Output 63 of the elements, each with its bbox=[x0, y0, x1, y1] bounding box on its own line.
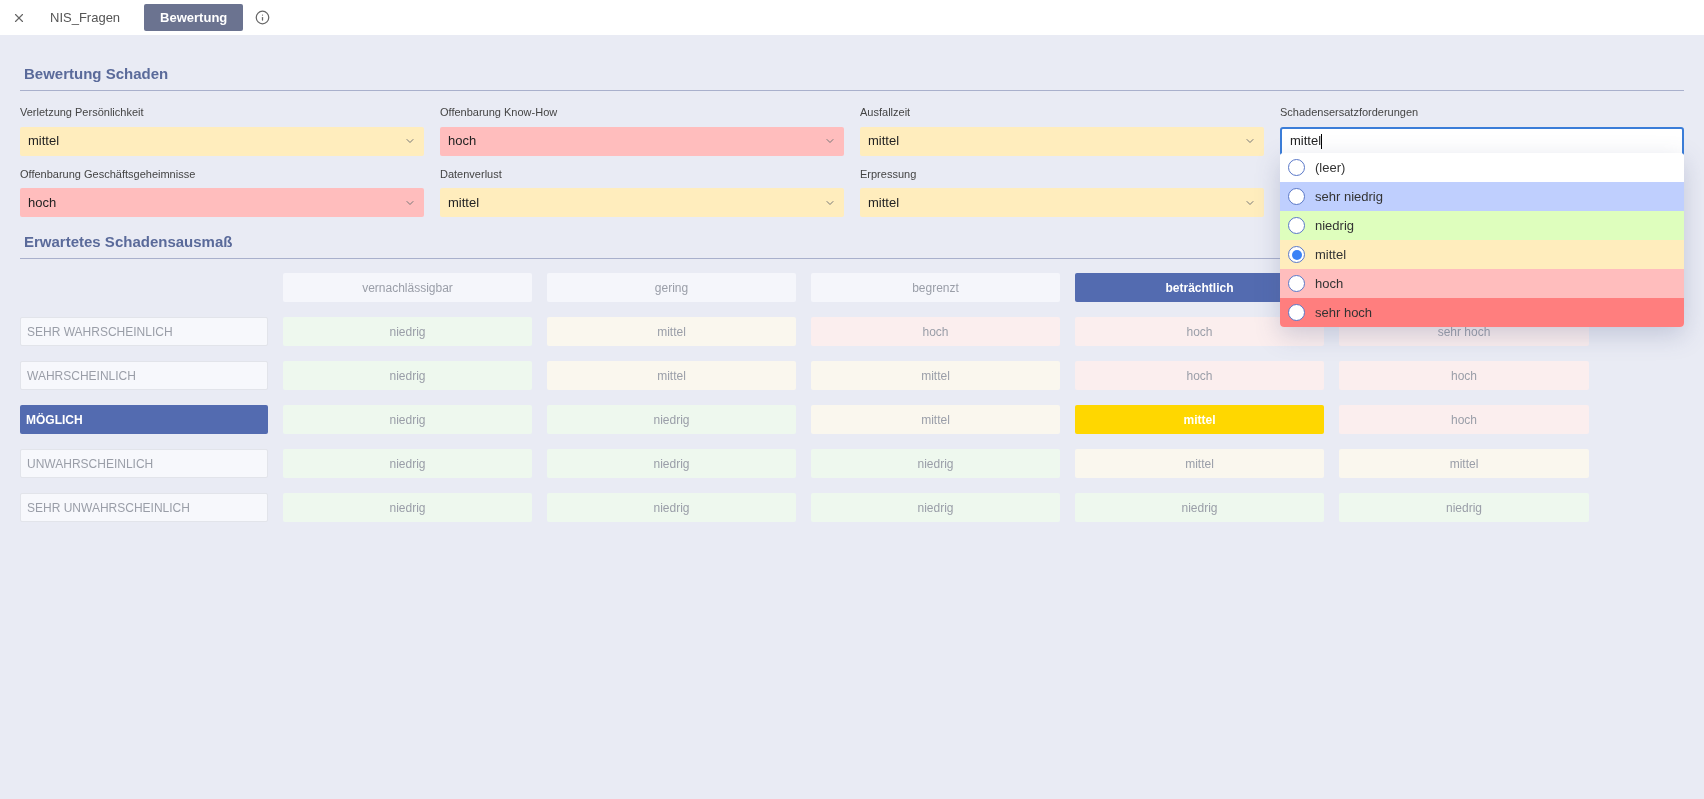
column-header[interactable]: vernachlässigbar bbox=[283, 273, 532, 302]
select-field[interactable]: hoch bbox=[440, 126, 844, 156]
row-header[interactable]: WAHRSCHEINLICH bbox=[20, 361, 268, 390]
matrix-cell[interactable]: niedrig bbox=[811, 449, 1060, 478]
matrix-cell[interactable]: hoch bbox=[1339, 361, 1589, 390]
select-field[interactable]: mittel bbox=[860, 126, 1264, 156]
matrix-cell[interactable]: niedrig bbox=[283, 317, 532, 346]
matrix-cell[interactable]: hoch bbox=[1339, 405, 1589, 434]
select-field[interactable]: mittel bbox=[860, 188, 1264, 217]
column-header[interactable]: gering bbox=[547, 273, 796, 302]
row-header[interactable]: MÖGLICH bbox=[20, 405, 268, 434]
matrix-cell[interactable]: hoch bbox=[1075, 317, 1324, 346]
radio-button[interactable] bbox=[1288, 159, 1305, 176]
tab[interactable]: NIS_Fragen bbox=[38, 4, 133, 31]
matrix-cell[interactable]: mittel bbox=[811, 361, 1060, 390]
field-label: Datenverlust bbox=[440, 166, 503, 182]
select-field[interactable]: mittel bbox=[1280, 126, 1684, 156]
matrix-cell[interactable]: mittel bbox=[1339, 449, 1589, 478]
select-field[interactable]: mittel bbox=[20, 126, 424, 156]
select-field[interactable]: hoch bbox=[20, 188, 424, 217]
field-label: Offenbarung Know-How bbox=[440, 105, 559, 120]
matrix-cell[interactable]: niedrig bbox=[1075, 493, 1324, 522]
matrix-cell[interactable]: niedrig bbox=[283, 405, 532, 434]
field-label: Ausfallzeit bbox=[860, 105, 912, 120]
dropdown-option[interactable]: sehr niedrig bbox=[1280, 182, 1684, 211]
matrix-cell[interactable]: niedrig bbox=[547, 449, 796, 478]
field-label: Schadensersatzforderungen bbox=[1280, 105, 1420, 120]
matrix-cell[interactable]: hoch bbox=[1075, 361, 1324, 390]
field-label: Erpressung bbox=[860, 166, 918, 182]
dropdown-option[interactable]: (leer) bbox=[1280, 153, 1684, 182]
column-header[interactable]: begrenzt bbox=[811, 273, 1060, 302]
tab[interactable]: Bewertung bbox=[144, 4, 244, 31]
dropdown-option[interactable]: niedrig bbox=[1280, 211, 1684, 240]
select-field[interactable]: mittel bbox=[440, 188, 844, 217]
matrix-cell[interactable]: niedrig bbox=[547, 405, 796, 434]
matrix-cell[interactable]: mittel bbox=[1075, 449, 1324, 478]
radio-button[interactable] bbox=[1288, 304, 1305, 321]
field-label: Offenbarung Geschäftsgeheimnisse bbox=[20, 166, 197, 182]
dropdown-option[interactable]: hoch bbox=[1280, 269, 1684, 298]
radio-button[interactable] bbox=[1288, 275, 1305, 292]
radio-button[interactable] bbox=[1288, 246, 1305, 263]
matrix-cell[interactable]: mittel bbox=[1075, 405, 1324, 434]
row-header[interactable]: SEHR UNWAHRSCHEINLICH bbox=[20, 493, 268, 522]
matrix-cell[interactable]: niedrig bbox=[1339, 493, 1589, 522]
section-title: Bewertung Schaden bbox=[24, 65, 169, 82]
field-label: Verletzung Persönlichkeit bbox=[20, 105, 145, 120]
matrix-cell[interactable]: mittel bbox=[547, 317, 796, 346]
matrix-cell[interactable]: niedrig bbox=[811, 493, 1060, 522]
matrix-cell[interactable]: hoch bbox=[811, 317, 1060, 346]
matrix-cell[interactable]: niedrig bbox=[283, 493, 532, 522]
matrix-cell[interactable]: niedrig bbox=[547, 493, 796, 522]
matrix-cell[interactable]: niedrig bbox=[283, 361, 532, 390]
dropdown-option[interactable]: sehr hoch bbox=[1280, 298, 1684, 327]
matrix-cell[interactable]: mittel bbox=[547, 361, 796, 390]
radio-button[interactable] bbox=[1288, 188, 1305, 205]
section-title: Erwartetes Schadensausmaß bbox=[24, 233, 233, 250]
row-header[interactable]: SEHR WAHRSCHEINLICH bbox=[20, 317, 268, 346]
dropdown-option[interactable]: mittel bbox=[1280, 240, 1684, 269]
matrix-cell[interactable]: mittel bbox=[811, 405, 1060, 434]
info-icon[interactable] bbox=[255, 10, 271, 25]
row-header[interactable]: UNWAHRSCHEINLICH bbox=[20, 449, 268, 478]
matrix-cell[interactable]: niedrig bbox=[283, 449, 532, 478]
radio-button[interactable] bbox=[1288, 217, 1305, 234]
